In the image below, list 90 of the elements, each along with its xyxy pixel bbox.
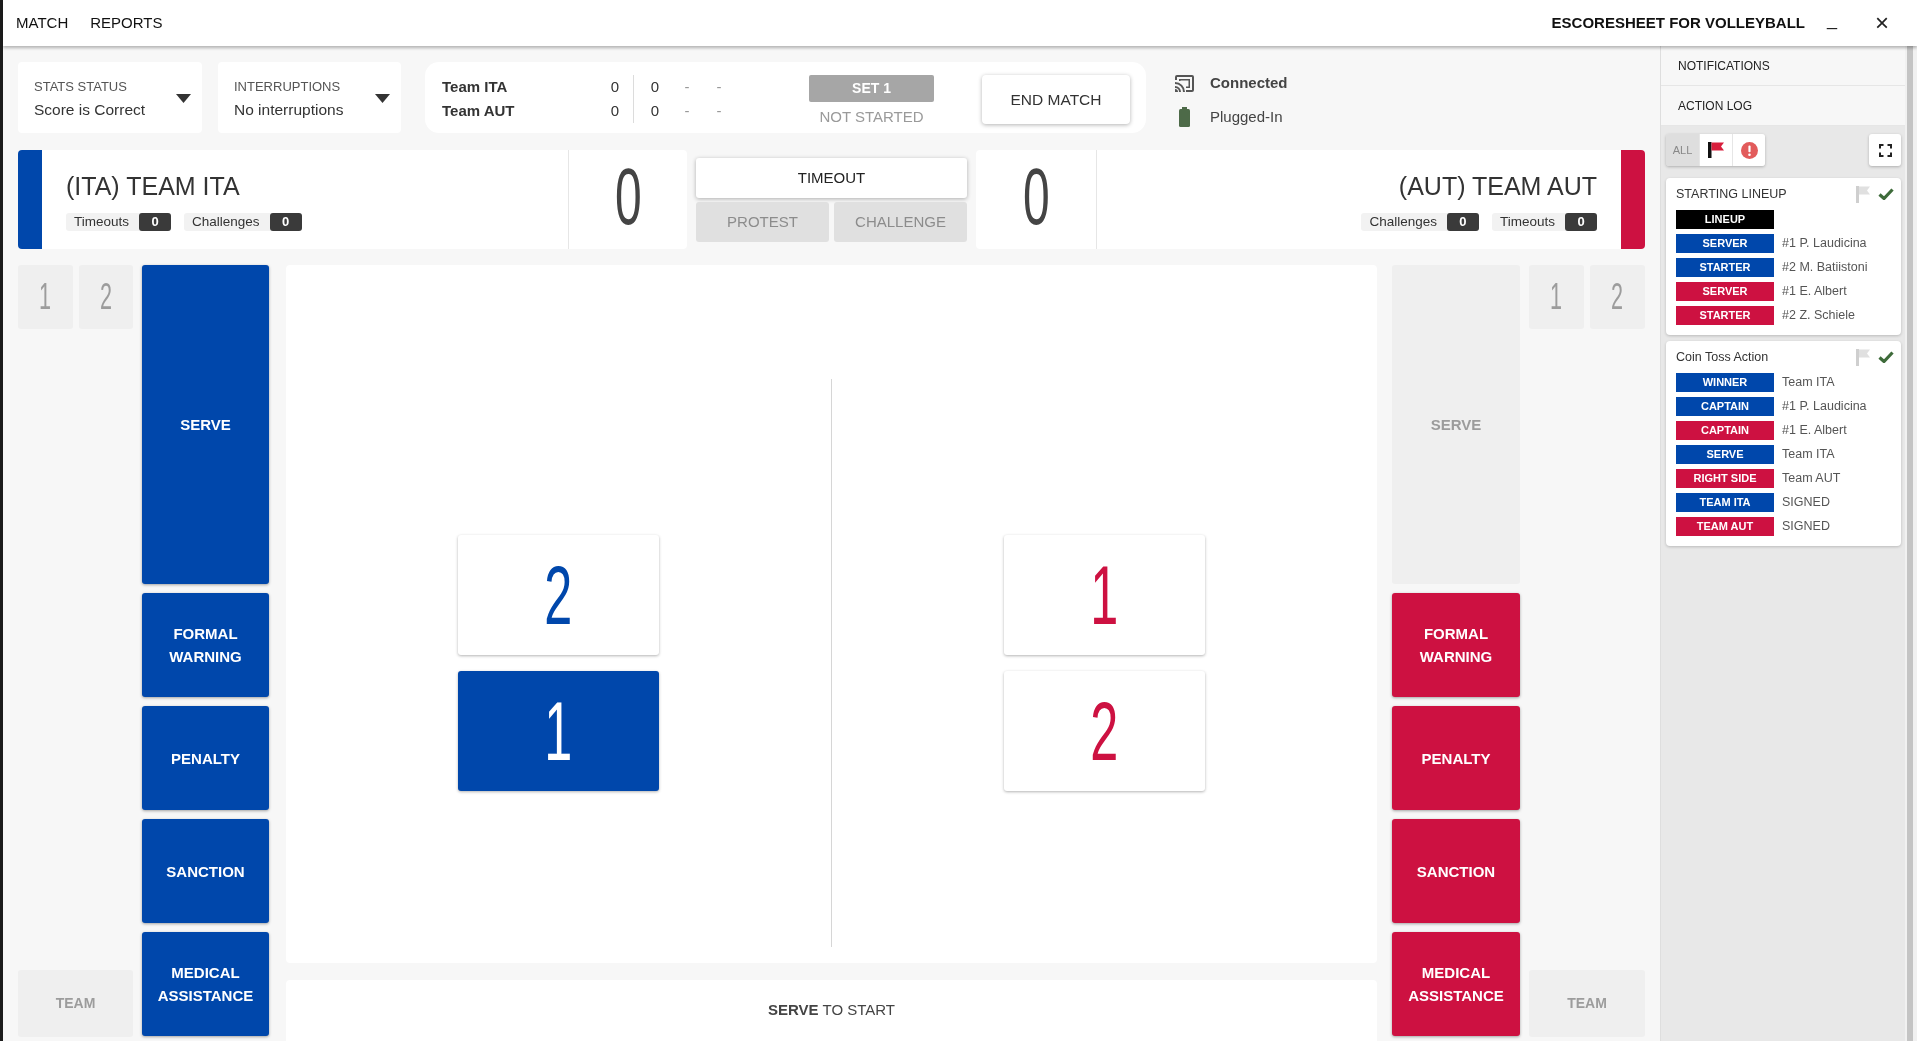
log-tag: TEAM ITA [1676,493,1774,512]
serve-prompt: SERVE TO START [768,1000,895,1021]
team-action-button[interactable]: MEDICAL ASSISTANCE [142,932,269,1036]
menu-item[interactable]: MATCH [16,9,69,37]
log-detail: #2 M. Batiistoni [1782,259,1868,277]
power-status: Plugged-In [1210,106,1283,127]
flag-icon [1708,142,1724,158]
team-action-button[interactable]: SANCTION [1392,819,1520,923]
counter-label: Challenges [1369,213,1437,231]
log-detail: #1 P. Laudicina [1782,398,1867,416]
log-detail: SIGNED [1782,494,1830,512]
connection-status: Connected [1210,72,1288,93]
set-status: NOT STARTED [818,107,925,127]
fullscreen-icon [1878,143,1892,157]
team-name: (ITA) TEAM ITA [66,172,240,200]
team-name: (AUT) TEAM AUT [1398,172,1597,200]
sidebar-section-header[interactable]: NOTIFICATIONS [1661,46,1905,86]
counter-value: 0 [139,213,171,231]
team-score: 0 [568,150,687,249]
team-action-button[interactable]: SERVE [142,265,269,584]
log-detail: SIGNED [1782,518,1830,536]
log-detail: #1 P. Laudicina [1782,235,1867,253]
log-entry-title: STARTING LINEUP [1676,185,1787,203]
counter-label: Timeouts [74,213,129,231]
team-score: 0 [976,150,1096,249]
log-tag: RIGHT SIDE [1676,469,1774,488]
log-tag: TEAM AUT [1676,517,1774,536]
team-action-button[interactable]: PENALTY [1392,706,1520,810]
log-detail: #2 Z. Schiele [1782,307,1855,325]
team-action-button[interactable]: PENALTY [142,706,269,810]
end-match-button[interactable]: END MATCH [982,75,1130,124]
status-dropdown[interactable]: STATS STATUS Score is Correct [18,62,202,133]
log-tag: SERVE [1676,445,1774,464]
set-score: - [715,77,723,97]
player-tile[interactable]: 1 [1004,535,1205,655]
dropdown-label: INTERRUPTIONS [234,78,342,96]
log-tag: STARTER [1676,306,1774,325]
set-score: 0 [649,77,661,97]
caret-icon [375,94,390,103]
match-action-button[interactable]: TIMEOUT [696,158,967,198]
log-detail: Team AUT [1782,470,1841,488]
team-action-button[interactable]: SANCTION [142,819,269,923]
set-score: - [715,101,723,121]
counter-value: 0 [269,213,302,231]
dropdown-value: Score is Correct [34,100,146,120]
log-detail: Team ITA [1782,374,1835,392]
menu-item[interactable]: REPORTS [90,9,163,37]
scrollbar-thumb[interactable] [1907,46,1913,1041]
counter-label: Challenges [192,213,260,231]
counter-value: 0 [1447,213,1479,231]
caret-icon [176,94,191,103]
sidebar-section-header[interactable]: ACTION LOG [1661,86,1905,126]
set-score: - [683,77,691,97]
set-score: - [683,101,691,121]
sets-won: 0 [609,101,621,121]
set-label: SET 1 [809,75,934,102]
team-name: Team AUT [442,101,516,121]
fullscreen-button[interactable] [1869,134,1901,166]
counter-value: 0 [1565,213,1597,231]
alert-icon [1740,141,1758,159]
log-tag: WINNER [1676,373,1774,392]
sets-won: 0 [609,77,621,97]
log-entry-title: Coin Toss Action [1676,348,1769,366]
team-action-button[interactable]: FORMAL WARNING [142,593,269,697]
team-name: Team ITA [442,77,509,97]
team-action-button[interactable]: FORMAL WARNING [1392,593,1520,697]
log-tag: SERVER [1676,234,1774,253]
log-tag: STARTER [1676,258,1774,277]
log-detail: #1 E. Albert [1782,422,1847,440]
log-tag: CAPTAIN [1676,421,1774,440]
battery-icon [1178,107,1190,127]
status-dropdown[interactable]: INTERRUPTIONS No interruptions [218,62,401,133]
log-detail: #1 E. Albert [1782,283,1847,301]
cast-icon [1174,74,1194,92]
log-tag: SERVER [1676,282,1774,301]
app-title: ESCORESHEET FOR VOLLEYBALL [1551,12,1805,33]
set-score: 0 [649,101,661,121]
minimize-button[interactable]: _ [1822,10,1841,28]
dropdown-value: No interruptions [234,100,344,120]
log-detail: Team ITA [1782,446,1835,464]
player-tile[interactable]: 1 [458,671,659,791]
close-button[interactable]: × [1871,11,1893,35]
player-tile[interactable]: 2 [1004,671,1205,791]
player-tile[interactable]: 2 [458,535,659,655]
dropdown-label: STATS STATUS [34,78,128,96]
log-tag: CAPTAIN [1676,397,1774,416]
team-action-button[interactable]: MEDICAL ASSISTANCE [1392,932,1520,1036]
log-tag: LINEUP [1676,210,1774,229]
counter-label: Timeouts [1500,213,1555,231]
filter-button[interactable] [1699,134,1732,166]
